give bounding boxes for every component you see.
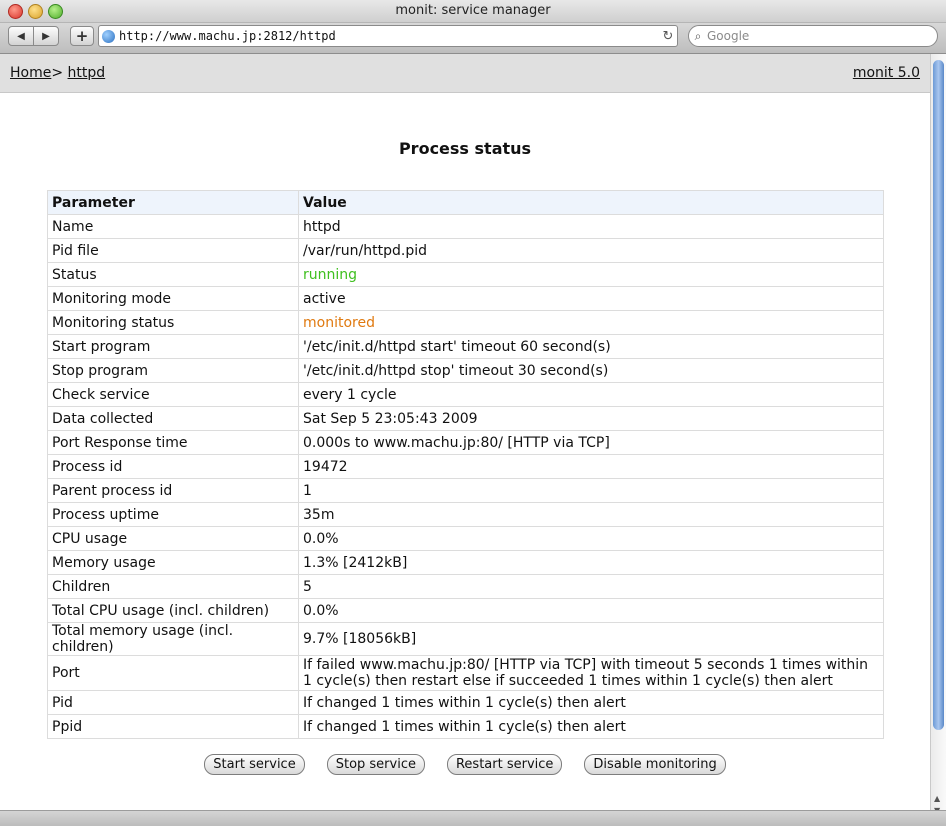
value-cell: 0.0% <box>298 598 884 623</box>
value-cell: active <box>298 286 884 311</box>
value-cell: 1 <box>298 478 884 503</box>
value-cell: every 1 cycle <box>298 382 884 407</box>
value-cell: httpd <box>298 214 884 239</box>
parameter-cell: Port <box>47 655 299 691</box>
address-bar[interactable]: http://www.machu.jp:2812/httpd ↻ <box>98 25 678 47</box>
plus-icon: + <box>75 27 89 45</box>
table-row: CPU usage 0.0% <box>47 526 884 551</box>
action-buttons: Start service Stop service Restart servi… <box>0 754 930 775</box>
breadcrumb: Home> httpd <box>10 65 105 81</box>
parameter-cell: Total memory usage (incl. children) <box>47 622 299 656</box>
process-status-table: Parameter Value Name httpd Pid file/var/ru… <box>47 190 884 739</box>
table-row: Status running <box>47 262 884 287</box>
home-link[interactable]: Home <box>10 65 51 81</box>
table-row: Parent process id 1 <box>47 478 884 503</box>
breadcrumb-separator: > <box>51 65 64 81</box>
value-cell: '/etc/init.d/httpd start' timeout 60 sec… <box>298 334 884 359</box>
table-row: Children 5 <box>47 574 884 599</box>
table-row: Name httpd <box>47 214 884 239</box>
table-header-row: Parameter Value <box>47 190 884 215</box>
table-row: Port Response time 0.000s to www.machu.jp… <box>47 430 884 455</box>
value-cell: If changed 1 times within 1 cycle(s) the… <box>298 690 884 715</box>
browser-toolbar: ◀ ▶ + http://www.machu.jp:2812/httpd ↻ ⌕… <box>0 23 946 54</box>
url-text[interactable]: http://www.machu.jp:2812/httpd <box>119 29 659 43</box>
parameter-cell: Total CPU usage (incl. children) <box>47 598 299 623</box>
parameter-cell: Pid file <box>47 238 299 263</box>
column-header-value: Value <box>298 190 884 215</box>
parameter-cell: CPU usage <box>47 526 299 551</box>
search-placeholder: Google <box>707 29 750 43</box>
parameter-cell: Monitoring mode <box>47 286 299 311</box>
parameter-cell: Memory usage <box>47 550 299 575</box>
parameter-cell: Children <box>47 574 299 599</box>
monit-header: Home> httpd monit 5.0 <box>0 54 930 93</box>
value-cell: /var/run/httpd.pid <box>298 238 884 263</box>
value-cell: 5 <box>298 574 884 599</box>
scroll-up-icon[interactable]: ▲ <box>934 794 940 803</box>
parameter-cell: Stop program <box>47 358 299 383</box>
window-titlebar: monit: service manager <box>0 0 946 23</box>
globe-icon <box>102 29 115 43</box>
value-cell: monitored <box>298 310 884 335</box>
value-cell: If changed 1 times within 1 cycle(s) the… <box>298 714 884 739</box>
value-cell: 0.0% <box>298 526 884 551</box>
restart-service-button[interactable]: Restart service <box>446 754 563 775</box>
search-icon: ⌕ <box>694 28 702 43</box>
value-cell: 35m <box>298 502 884 527</box>
value-cell: 1.3% [2412kB] <box>298 550 884 575</box>
table-row: Check service every 1 cycle <box>47 382 884 407</box>
version-link[interactable]: monit 5.0 <box>853 65 920 81</box>
value-cell: 0.000s to www.machu.jp:80/ [HTTP via TCP… <box>298 430 884 455</box>
window-bottom-bar <box>0 810 946 826</box>
stop-service-button[interactable]: Stop service <box>326 754 425 775</box>
value-cell: 19472 <box>298 454 884 479</box>
value-cell: '/etc/init.d/httpd stop' timeout 30 seco… <box>298 358 884 383</box>
table-row: Memory usage 1.3% [2412kB] <box>47 550 884 575</box>
value-cell: Sat Sep 5 23:05:43 2009 <box>298 406 884 431</box>
table-row: Total memory usage (incl. children) 9.7% … <box>47 622 884 656</box>
parameter-cell: Name <box>47 214 299 239</box>
parameter-cell: Check service <box>47 382 299 407</box>
page-title: Process status <box>398 139 532 158</box>
parameter-cell: Start program <box>47 334 299 359</box>
table-row: Ppid If changed 1 times within 1 cycle(s)… <box>47 714 884 739</box>
table-row: Total CPU usage (incl. children) 0.0% <box>47 598 884 623</box>
value-cell: running <box>298 262 884 287</box>
start-service-button[interactable]: Start service <box>204 754 305 775</box>
parameter-cell: Process uptime <box>47 502 299 527</box>
parameter-cell: Monitoring status <box>47 310 299 335</box>
disable-monitoring-button[interactable]: Disable monitoring <box>584 754 726 775</box>
table-row: Process id 19472 <box>47 454 884 479</box>
add-bookmark-button[interactable]: + <box>70 26 94 46</box>
parameter-cell: Process id <box>47 454 299 479</box>
search-field[interactable]: ⌕ Google <box>688 25 938 47</box>
table-row: Pid file/var/run/httpd.pid <box>47 238 884 263</box>
current-service-link[interactable]: httpd <box>68 65 106 81</box>
parameter-cell: Port Response time <box>47 430 299 455</box>
table-row: Port If failed www.machu.jp:80/ [HTTP via… <box>47 655 884 691</box>
value-cell: 9.7% [18056kB] <box>298 622 884 656</box>
parameter-cell: Ppid <box>47 714 299 739</box>
vertical-scrollbar[interactable]: ▲ ▼ <box>930 54 946 815</box>
table-row: Start program '/etc/init.d/httpd start' t… <box>47 334 884 359</box>
table-row: Monitoring mode active <box>47 286 884 311</box>
value-cell: If failed www.machu.jp:80/ [HTTP via TCP… <box>298 655 884 691</box>
table-row: Data collected Sat Sep 5 23:05:43 2009 <box>47 406 884 431</box>
parameter-cell: Parent process id <box>47 478 299 503</box>
table-row: Pid If changed 1 times within 1 cycle(s) … <box>47 690 884 715</box>
table-row: Stop program '/etc/init.d/httpd stop' tim… <box>47 358 884 383</box>
parameter-cell: Pid <box>47 690 299 715</box>
table-row: Monitoring status monitored <box>47 310 884 335</box>
reload-icon[interactable]: ↻ <box>659 29 677 44</box>
parameter-cell: Data collected <box>47 406 299 431</box>
table-row: Process uptime 35m <box>47 502 884 527</box>
forward-arrow-icon: ▶ <box>42 30 50 42</box>
scrollbar-thumb[interactable] <box>933 60 944 730</box>
column-header-parameter: Parameter <box>47 190 299 215</box>
parameter-cell: Status <box>47 262 299 287</box>
back-arrow-icon: ◀ <box>17 30 25 42</box>
window-title: monit: service manager <box>395 3 551 18</box>
back-button[interactable]: ◀ <box>8 26 34 46</box>
forward-button[interactable]: ▶ <box>33 26 59 46</box>
